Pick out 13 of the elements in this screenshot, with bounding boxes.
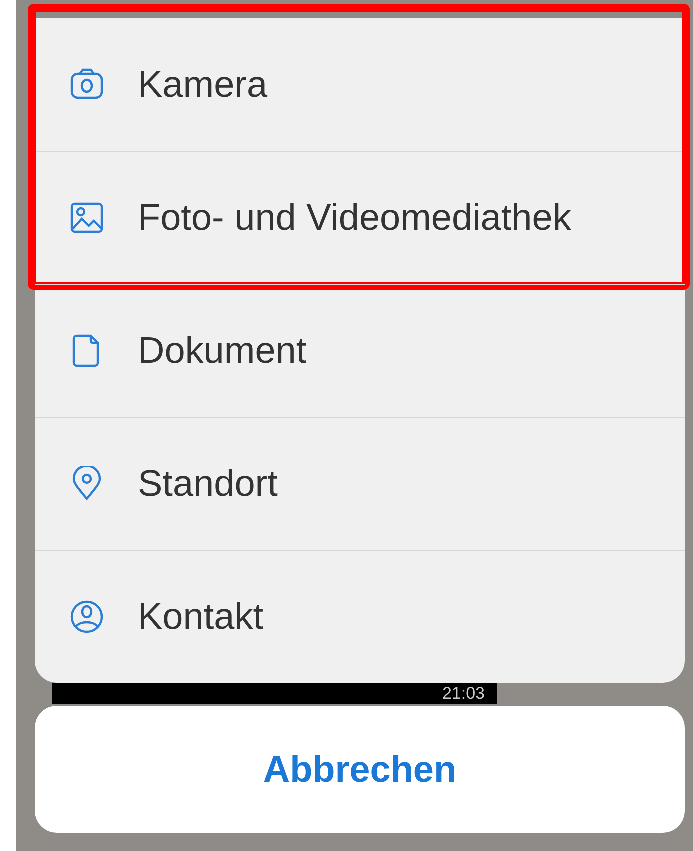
menu-item-label: Dokument [138, 330, 307, 372]
menu-item-label: Kamera [138, 64, 268, 106]
menu-item[interactable]: Foto- und Videomediathek [35, 151, 685, 284]
menu-item[interactable]: Kamera [35, 18, 685, 151]
image-icon [69, 200, 105, 236]
message-time: 21:03 [442, 684, 485, 704]
menu-item-label: Foto- und Videomediathek [138, 197, 572, 239]
contact-icon [69, 599, 105, 635]
menu-item-label: Standort [138, 463, 278, 505]
menu-item-label: Kontakt [138, 596, 264, 638]
menu-item[interactable]: Dokument [35, 284, 685, 417]
menu-item[interactable]: Standort [35, 417, 685, 550]
cancel-button[interactable]: Abbrechen [35, 706, 685, 833]
